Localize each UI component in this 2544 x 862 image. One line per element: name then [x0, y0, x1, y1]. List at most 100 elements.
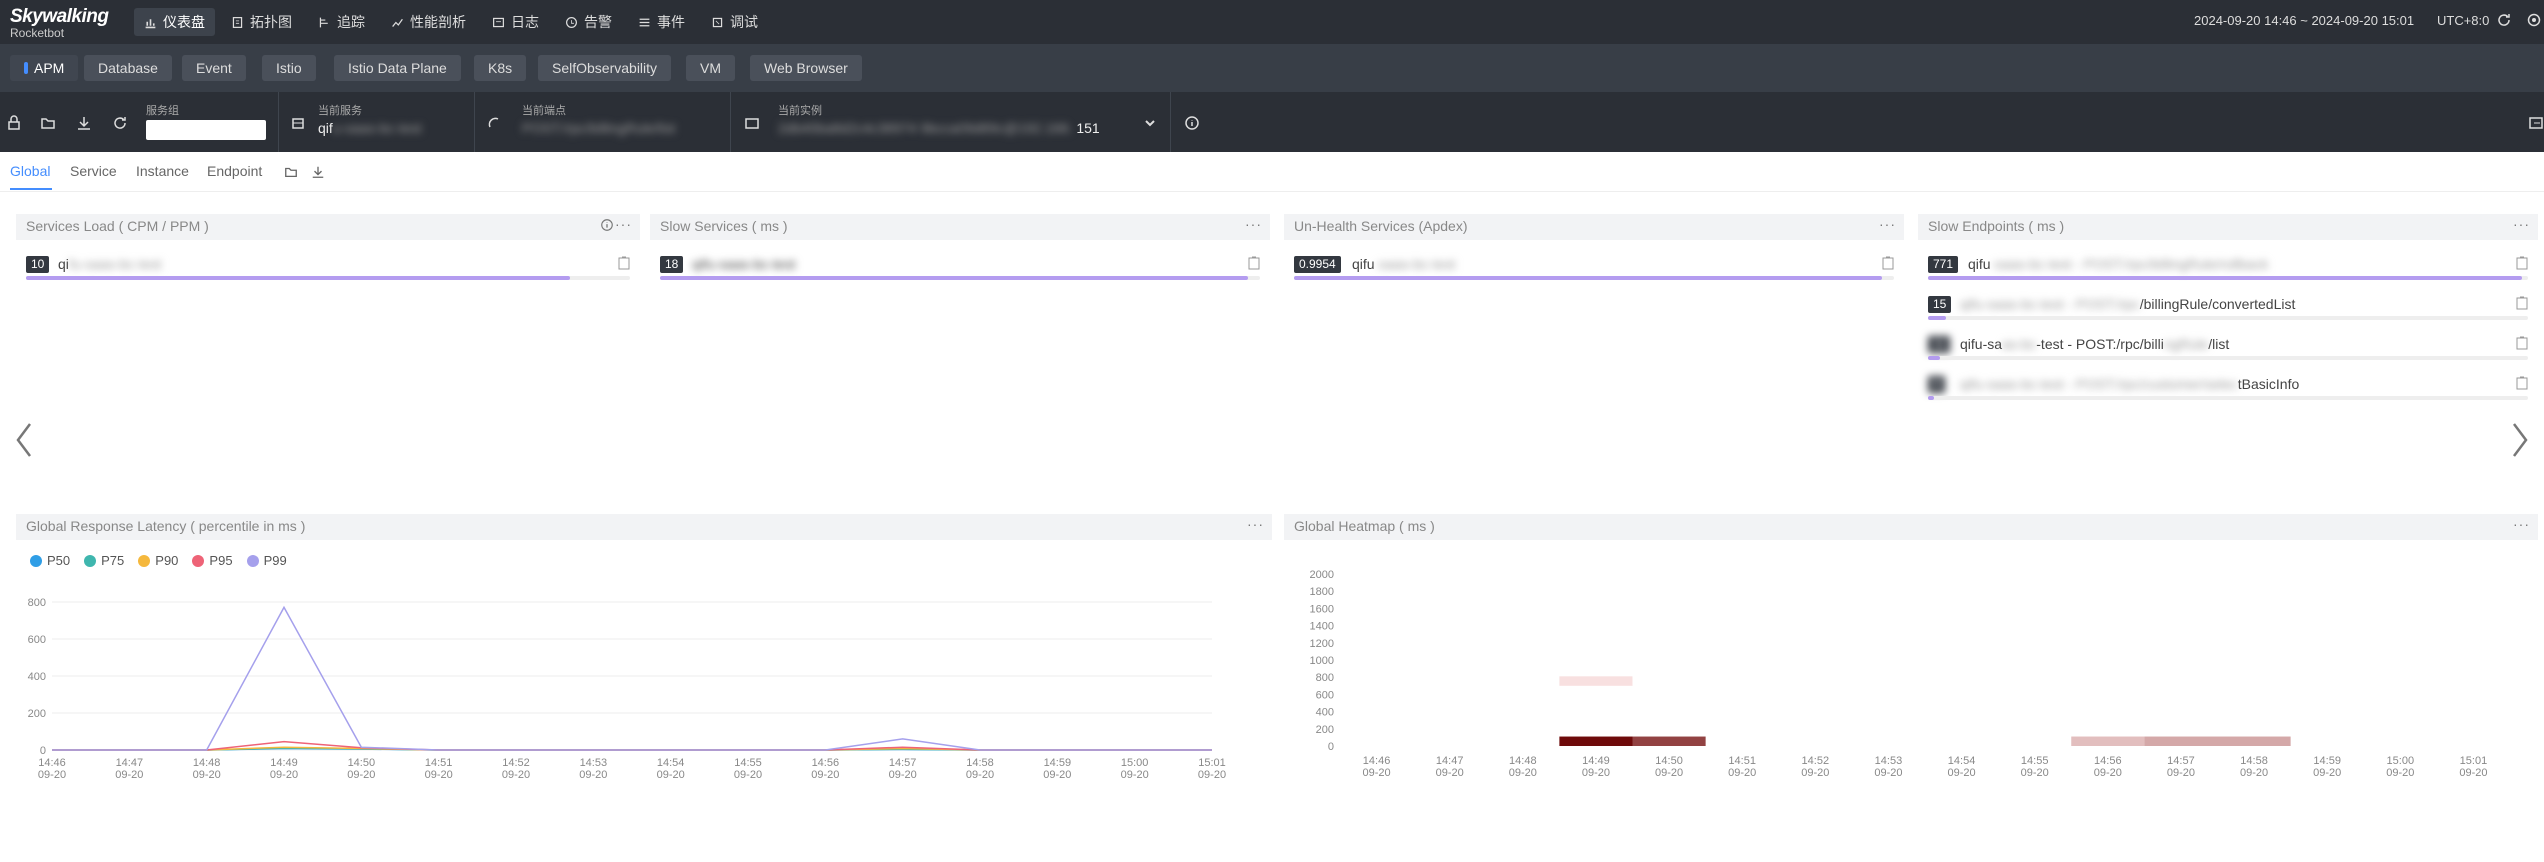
tab-global[interactable]: Global	[10, 163, 50, 179]
panel-title: Slow Services ( ms )	[660, 218, 788, 234]
list-item[interactable]: 771 qifu-saas-bc-test - POST:/rpc/billin…	[1928, 252, 2528, 284]
x-tick-sublabel: 09-20	[425, 769, 453, 781]
tab-endpoint[interactable]: Endpoint	[207, 163, 262, 179]
collapse-icon[interactable]	[2528, 115, 2544, 131]
chevron-down-icon[interactable]	[1142, 115, 1158, 131]
legend-item-p90[interactable]: P90	[138, 553, 178, 568]
current-service-selector[interactable]: 当前服务 qifu-saas-bc-test	[318, 102, 422, 146]
item-name-blurred: qifu-saas-bc-test - POST:/rpc	[1960, 296, 2140, 312]
tab-vm[interactable]: VM	[686, 55, 735, 81]
current-endpoint-label: 当前端点	[522, 105, 566, 117]
x-tick-label: 14:48	[1509, 755, 1537, 767]
selector-bar: 服务组 当前服务 qifu-saas-bc-test 当前端点 POST:/rp…	[0, 92, 2544, 152]
legend-item-p99[interactable]: P99	[246, 553, 287, 568]
info-icon[interactable]	[1184, 115, 1200, 131]
value-badge: 10	[26, 256, 50, 273]
tab-k8s[interactable]: K8s	[474, 55, 527, 81]
more-icon[interactable]: ···	[615, 216, 632, 232]
legend-item-p95[interactable]: P95	[192, 553, 233, 568]
tab-istio-data-plane[interactable]: Istio Data Plane	[334, 55, 461, 81]
list-item[interactable]: 0.9954 qifu-saas-bc-test	[1294, 252, 1894, 284]
tab-apm[interactable]: APM	[10, 55, 79, 81]
profile-icon	[392, 18, 403, 27]
tab-istio[interactable]: Istio	[262, 55, 316, 81]
info-icon[interactable]	[600, 218, 614, 232]
timezone[interactable]: UTC+8:0	[2437, 13, 2489, 28]
debug-icon	[712, 17, 723, 27]
y-tick-label: 400	[28, 671, 46, 683]
current-endpoint-selector[interactable]: 当前端点 POST:/rpc/billingRule/list	[522, 102, 675, 146]
list-item[interactable]: 15 qifu-saas-bc-test - POST:/rpc/billing…	[1928, 292, 2528, 324]
legend-label: P90	[155, 553, 179, 568]
more-icon[interactable]: ···	[1879, 216, 1896, 232]
more-icon[interactable]: ···	[1247, 516, 1264, 532]
value-bar	[1928, 396, 1934, 400]
series-line-p99[interactable]	[52, 605, 1212, 751]
tab-service[interactable]: Service	[70, 163, 117, 179]
list-item[interactable]: 11 qifu-saas-bc-test - POST:/rpc/billing…	[1928, 332, 2528, 364]
legend-item-p50[interactable]: P50	[30, 553, 70, 568]
lock-icon[interactable]	[6, 115, 22, 131]
copy-icon[interactable]	[1882, 256, 1894, 270]
copy-icon[interactable]	[1248, 256, 1260, 270]
refresh-icon[interactable]	[2496, 12, 2512, 28]
x-tick-sublabel: 09-20	[811, 769, 839, 781]
copy-icon[interactable]	[2516, 256, 2528, 270]
x-tick-sublabel: 09-20	[347, 769, 375, 781]
copy-icon[interactable]	[2516, 336, 2528, 350]
tab-web-browser[interactable]: Web Browser	[750, 55, 862, 81]
nav-event[interactable]: 事件	[628, 8, 695, 36]
heatmap-cell[interactable]	[2071, 736, 2145, 746]
x-tick-sublabel: 09-20	[1509, 767, 1537, 779]
more-icon[interactable]: ···	[2513, 216, 2530, 232]
item-name: qifu	[1352, 256, 1375, 272]
legend-item-p75[interactable]: P75	[84, 553, 124, 568]
value-badge: 11	[1928, 336, 1951, 353]
heatmap-cell[interactable]	[1632, 736, 1706, 746]
chevron-left-icon[interactable]	[12, 420, 36, 460]
tab-database[interactable]: Database	[84, 55, 172, 81]
current-instance-selector[interactable]: 当前实例 2db40ba8d2c4c38974 9bcca09d89c@192.…	[778, 102, 1100, 146]
list-item[interactable]: 10 qifu-saas-bc-test	[26, 252, 630, 284]
folder-icon[interactable]	[40, 115, 56, 131]
tab-selfobservability[interactable]: SelfObservability	[538, 55, 672, 81]
x-tick-label: 14:52	[1802, 755, 1830, 767]
refresh-icon[interactable]	[112, 115, 128, 131]
copy-icon[interactable]	[2516, 296, 2528, 310]
folder-icon[interactable]	[284, 165, 298, 179]
nav-log[interactable]: 日志	[482, 8, 549, 36]
nav-trace[interactable]: 追踪	[308, 8, 375, 36]
copy-icon[interactable]	[2516, 376, 2528, 390]
heatmap-cell[interactable]	[2217, 736, 2291, 746]
nav-topology[interactable]: 拓扑图	[221, 8, 302, 36]
list-item[interactable]: 9 qifu-saas-bc-test - POST:/rpc/customer…	[1928, 372, 2528, 404]
nav-debug[interactable]: 调试	[701, 8, 768, 36]
download-icon[interactable]	[76, 115, 92, 131]
copy-icon[interactable]	[618, 256, 630, 270]
list-item[interactable]: 18 qifu-saas-bc-test	[660, 252, 1260, 284]
nav-label: 性能剖析	[410, 14, 466, 30]
x-tick-sublabel: 09-20	[2094, 767, 2122, 779]
current-service-value-blurred: u-saas-bc-test	[332, 120, 422, 136]
chevron-right-icon[interactable]	[2508, 420, 2532, 460]
heatmap-cell[interactable]	[2144, 736, 2218, 746]
heatmap-cell[interactable]	[1559, 736, 1633, 746]
legend-label: P75	[101, 553, 125, 568]
x-tick-sublabel: 09-20	[2459, 767, 2487, 779]
y-tick-label: 1400	[1310, 621, 1334, 633]
tab-event[interactable]: Event	[182, 55, 246, 81]
tab-instance[interactable]: Instance	[136, 163, 189, 179]
heatmap-cell[interactable]	[1559, 676, 1633, 686]
unhealth-services-panel: Un-Health Services (Apdex) ··· 0.9954 qi…	[1284, 214, 1904, 294]
settings-icon[interactable]	[2526, 12, 2542, 28]
more-icon[interactable]: ···	[1245, 216, 1262, 232]
time-range[interactable]: 2024-09-20 14:46 ~ 2024-09-20 15:01	[2194, 13, 2414, 28]
nav-profile[interactable]: 性能剖析	[381, 8, 476, 36]
nav-dashboard[interactable]: 仪表盘	[134, 8, 215, 36]
x-tick-label: 14:49	[1582, 755, 1610, 767]
download-icon[interactable]	[311, 165, 325, 179]
nav-alarm[interactable]: 告警	[555, 8, 622, 36]
service-group-input[interactable]	[146, 120, 266, 140]
logo[interactable]: Skywalking Rocketbot	[10, 6, 120, 40]
more-icon[interactable]: ···	[2513, 516, 2530, 532]
